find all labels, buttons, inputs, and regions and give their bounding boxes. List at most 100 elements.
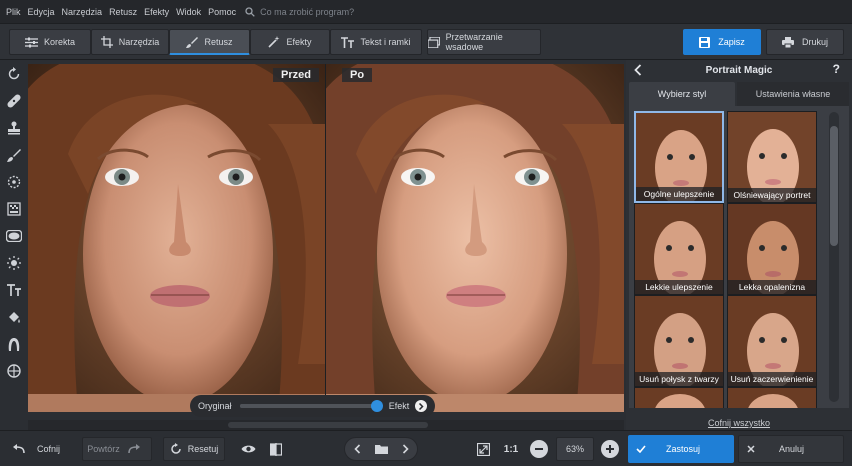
tool-restore[interactable] [4,64,24,84]
preset-light-enhancement[interactable]: Lekkie ulepszenie [634,203,724,295]
folder-icon[interactable] [374,444,388,454]
tab-effects-label: Efekty [286,37,312,47]
tab-correction[interactable]: Korekta [9,29,91,55]
cancel-label: Anuluj [779,444,805,454]
text-icon [7,284,21,296]
menu-bar: Plik Edycja Narzędzia Retusz Efekty Wido… [0,0,852,24]
preset-caption: Lekkie ulepszenie [635,280,723,294]
preset-partial[interactable] [634,387,724,408]
chevron-left-icon[interactable] [353,444,361,454]
menu-edit[interactable]: Edycja [28,7,55,17]
portrait-magic-panel: Portrait Magic ? Wybierz styl Ustawienia… [626,60,852,430]
slider-effect-label: Efekt [388,401,410,411]
scroll-thumb[interactable] [228,422,428,428]
tool-skin[interactable] [4,361,24,381]
sun-icon [7,256,21,270]
reset-button[interactable]: Resetuj [163,437,225,461]
tool-vignette[interactable] [4,226,24,246]
save-label: Zapisz [718,37,745,47]
text-icon [341,36,355,48]
bottom-bar: Cofnij Powtórz Resetuj 1:1 63% Zastosuj … [0,430,852,466]
menu-effects[interactable]: Efekty [144,7,169,17]
batch-images-icon [428,36,440,48]
zoom-level[interactable]: 63% [556,437,594,461]
tool-fill[interactable] [4,307,24,327]
menu-tools[interactable]: Narzędzia [62,7,103,17]
undo-button[interactable]: Cofnij [8,437,76,461]
undo-label: Cofnij [37,444,61,454]
tool-text[interactable] [4,280,24,300]
print-button[interactable]: Drukuj [766,29,844,55]
tool-hair[interactable] [4,334,24,354]
save-icon [699,36,711,48]
preset-dazzling-portrait[interactable]: Olśniewający portret [727,111,817,203]
image-navigation [344,437,418,461]
search-box[interactable]: Co ma zrobić program? [245,7,354,17]
cancel-button[interactable]: Anuluj [738,435,844,463]
actual-size-button[interactable]: 1:1 [500,437,522,461]
menu-file[interactable]: Plik [6,7,21,17]
back-arrow-icon[interactable] [634,64,642,76]
slider-original-label: Oryginał [198,401,232,411]
preset-light-tan[interactable]: Lekka opalenizna [727,203,817,295]
slider-handle[interactable] [370,400,383,412]
chevron-right-icon[interactable] [402,444,409,454]
slider-track[interactable] [239,400,383,412]
tab-retouch[interactable]: Retusz [169,29,250,55]
apply-label: Zastosuj [666,444,701,454]
menu-retouch[interactable]: Retusz [109,7,137,17]
tool-clone-stamp[interactable] [4,118,24,138]
save-button[interactable]: Zapisz [683,29,761,55]
tab-tools[interactable]: Narzędzia [91,29,169,55]
preset-caption: Ogólne ulepszenie [636,187,722,201]
preset-remove-shine[interactable]: Usuń połysk z twarzy [634,295,724,387]
preset-thumbnail [635,388,723,408]
photo-canvas[interactable]: Przed Po [28,64,624,412]
checkmark-icon [636,445,646,453]
eye-icon [241,445,255,453]
preset-general-enhancement[interactable]: Ogólne ulepszenie [634,111,724,203]
target-icon [7,175,21,189]
tab-batch-label: Przetwarzanie wsadowe [445,32,503,52]
compare-view-button[interactable] [264,437,288,461]
rotate-icon [8,67,20,80]
chevron-right-icon [419,402,424,410]
tab-retouch-label: Retusz [204,36,233,47]
redo-button[interactable]: Powtórz [82,437,152,461]
undo-all-link[interactable]: Cofnij wszystko [626,416,852,430]
preview-toggle-button[interactable] [236,437,260,461]
apply-button[interactable]: Zastosuj [628,435,734,463]
tab-custom-settings[interactable]: Ustawienia własne [737,82,849,106]
tool-brush[interactable] [4,145,24,165]
fit-to-screen-button[interactable] [472,437,494,461]
tab-batch[interactable]: Przetwarzanie wsadowe [427,29,541,55]
sliders-icon [24,37,38,47]
tab-text-frames[interactable]: Tekst i ramki [330,29,422,55]
panel-header: Portrait Magic ? [626,60,852,80]
menu-help[interactable]: Pomoc [208,7,236,17]
tool-light[interactable] [4,253,24,273]
before-portrait-image [28,64,325,412]
preset-partial[interactable] [727,387,817,408]
tab-effects[interactable]: Efekty [250,29,330,55]
preset-remove-redness[interactable]: Usuń zaczerwienienie [727,295,817,387]
tab-choose-style[interactable]: Wybierz styl [629,82,735,106]
presets-scrollbar[interactable] [829,112,839,402]
before-photo: Przed [28,64,325,412]
horizontal-scrollbar[interactable] [28,420,624,430]
paint-bucket-icon [9,312,20,323]
zoom-out-button[interactable] [530,440,548,458]
help-icon[interactable]: ? [833,62,840,76]
tool-radial[interactable] [4,172,24,192]
stamp-icon [8,121,20,135]
slider-next-button[interactable] [415,400,427,412]
minus-icon [535,448,543,450]
tab-text-frames-label: Tekst i ramki [360,37,411,47]
tool-healing[interactable] [4,91,24,111]
tool-gradient[interactable] [4,199,24,219]
presets-scroll-thumb[interactable] [830,126,838,246]
split-divider[interactable] [325,64,326,412]
menu-view[interactable]: Widok [176,7,201,17]
redo-label: Powtórz [87,444,120,454]
zoom-in-button[interactable] [601,440,619,458]
